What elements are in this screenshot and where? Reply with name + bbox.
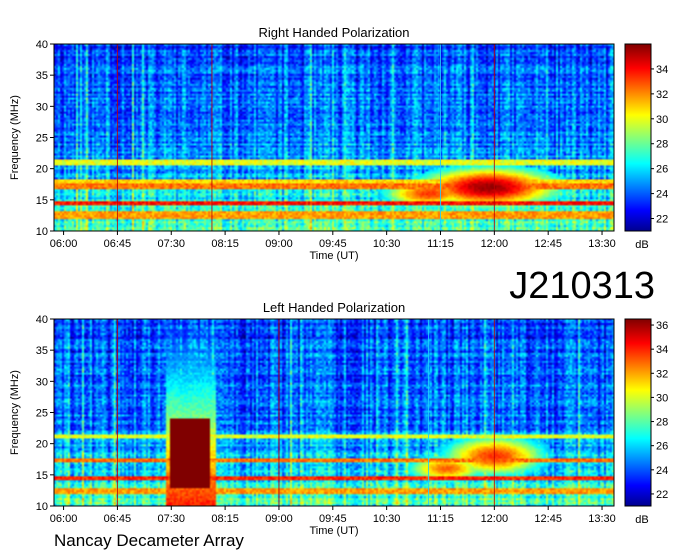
colorbar [624, 43, 652, 232]
colorbar-tick-label: 30 [656, 392, 668, 404]
x-tick-label: 06:45 [104, 238, 132, 250]
x-tick-label: 08:15 [211, 238, 239, 250]
x-tick-label: 12:45 [534, 513, 562, 525]
y-tick-label: 40 [36, 314, 48, 326]
colorbar-tick-label: 32 [656, 368, 668, 380]
colorbar-tick-label: 24 [656, 465, 668, 477]
colorbar-tick-label: 32 [656, 89, 668, 101]
chart-title: Left Handed Polarization [263, 300, 405, 315]
panel-left-handed: Left Handed Polarization 06:00 06:45 07:30 0… [9, 300, 668, 537]
x-axis-label: Time (UT) [309, 525, 358, 537]
x-tick-label: 13:30 [588, 238, 616, 250]
colorbar-tick-label: 30 [656, 114, 668, 126]
y-tick-label: 25 [36, 408, 48, 420]
y-tick-label: 35 [36, 345, 48, 357]
colorbar-tick-label: 26 [656, 441, 668, 453]
x-tick-label: 10:30 [373, 513, 401, 525]
x-tick-label: 09:00 [265, 238, 293, 250]
colorbar-tick-label: 24 [656, 189, 668, 201]
x-tick-label: 12:45 [534, 238, 562, 250]
colorbar-tick-label: 34 [656, 344, 668, 356]
x-tick-label: 12:00 [481, 513, 509, 525]
x-tick-label: 10:30 [373, 238, 401, 250]
footer-label: Nancay Decameter Array [54, 531, 244, 550]
x-tick-label: 06:45 [104, 513, 132, 525]
x-tick-label: 09:00 [265, 513, 293, 525]
colorbar-label: dB [635, 239, 648, 251]
observation-id: J210313 [509, 265, 655, 307]
colorbar [624, 318, 652, 507]
x-tick-label: 13:30 [588, 513, 616, 525]
x-tick-label: 07:30 [157, 238, 185, 250]
colorbar-tick-label: 22 [656, 489, 668, 501]
y-tick-label: 30 [36, 376, 48, 388]
colorbar-label: dB [635, 514, 648, 526]
y-tick-label: 35 [36, 70, 48, 82]
x-tick-label: 06:00 [50, 513, 78, 525]
y-tick-label: 25 [36, 133, 48, 145]
colorbar-tick-label: 34 [656, 64, 668, 76]
y-tick-label: 40 [36, 39, 48, 51]
colorbar-tick-label: 28 [656, 139, 668, 151]
spectrogram-figure: Right Handed Polarization 06:00 06:45 07:30… [9, 25, 668, 550]
y-tick-label: 15 [36, 195, 48, 207]
y-tick-label: 15 [36, 470, 48, 482]
x-tick-label: 07:30 [157, 513, 185, 525]
colorbar-tick-label: 26 [656, 164, 668, 176]
y-tick-label: 10 [36, 501, 48, 513]
x-tick-label: 08:15 [211, 513, 239, 525]
y-tick-label: 10 [36, 226, 48, 238]
chart-title: Right Handed Polarization [258, 25, 409, 40]
spectrogram-heatmap [54, 44, 614, 231]
x-tick-label: 11:15 [427, 238, 454, 250]
x-tick-label: 09:45 [319, 238, 347, 250]
panel-right-handed: Right Handed Polarization 06:00 06:45 07:30… [9, 25, 668, 262]
y-axis-label: Frequency (MHz) [9, 95, 21, 180]
x-axis-label: Time (UT) [309, 250, 358, 262]
y-tick-label: 20 [36, 439, 48, 451]
x-tick-label: 12:00 [481, 238, 509, 250]
y-axis-label: Frequency (MHz) [9, 370, 21, 455]
spectrogram-heatmap [54, 319, 614, 506]
x-tick-label: 09:45 [319, 513, 347, 525]
colorbar-tick-label: 36 [656, 320, 668, 332]
x-tick-label: 06:00 [50, 238, 78, 250]
y-tick-label: 30 [36, 101, 48, 113]
colorbar-tick-label: 22 [656, 214, 668, 226]
x-tick-label: 11:15 [427, 513, 454, 525]
colorbar-tick-label: 28 [656, 417, 668, 429]
y-tick-label: 20 [36, 164, 48, 176]
